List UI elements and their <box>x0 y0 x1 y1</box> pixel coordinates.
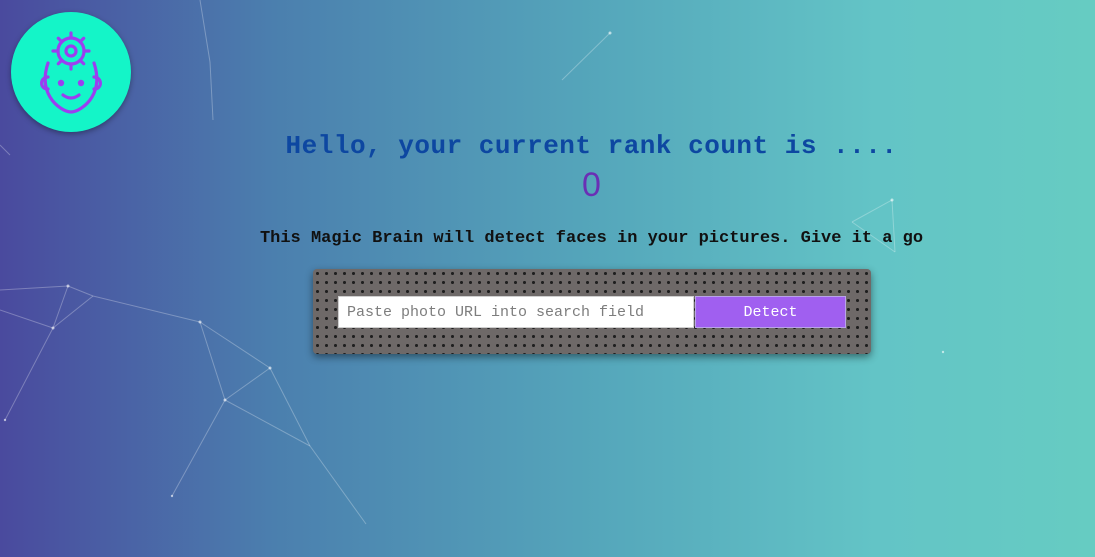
brain-gear-head-icon <box>40 31 102 114</box>
app-logo[interactable] <box>11 12 131 132</box>
image-url-input[interactable] <box>338 296 694 328</box>
rank-message: Hello, your current rank count is .... <box>285 131 898 161</box>
rank-count: 0 <box>582 166 601 204</box>
image-url-form: Detect <box>313 269 871 354</box>
detect-button[interactable]: Detect <box>695 296 846 328</box>
description-text: This Magic Brain will detect faces in yo… <box>259 229 924 248</box>
